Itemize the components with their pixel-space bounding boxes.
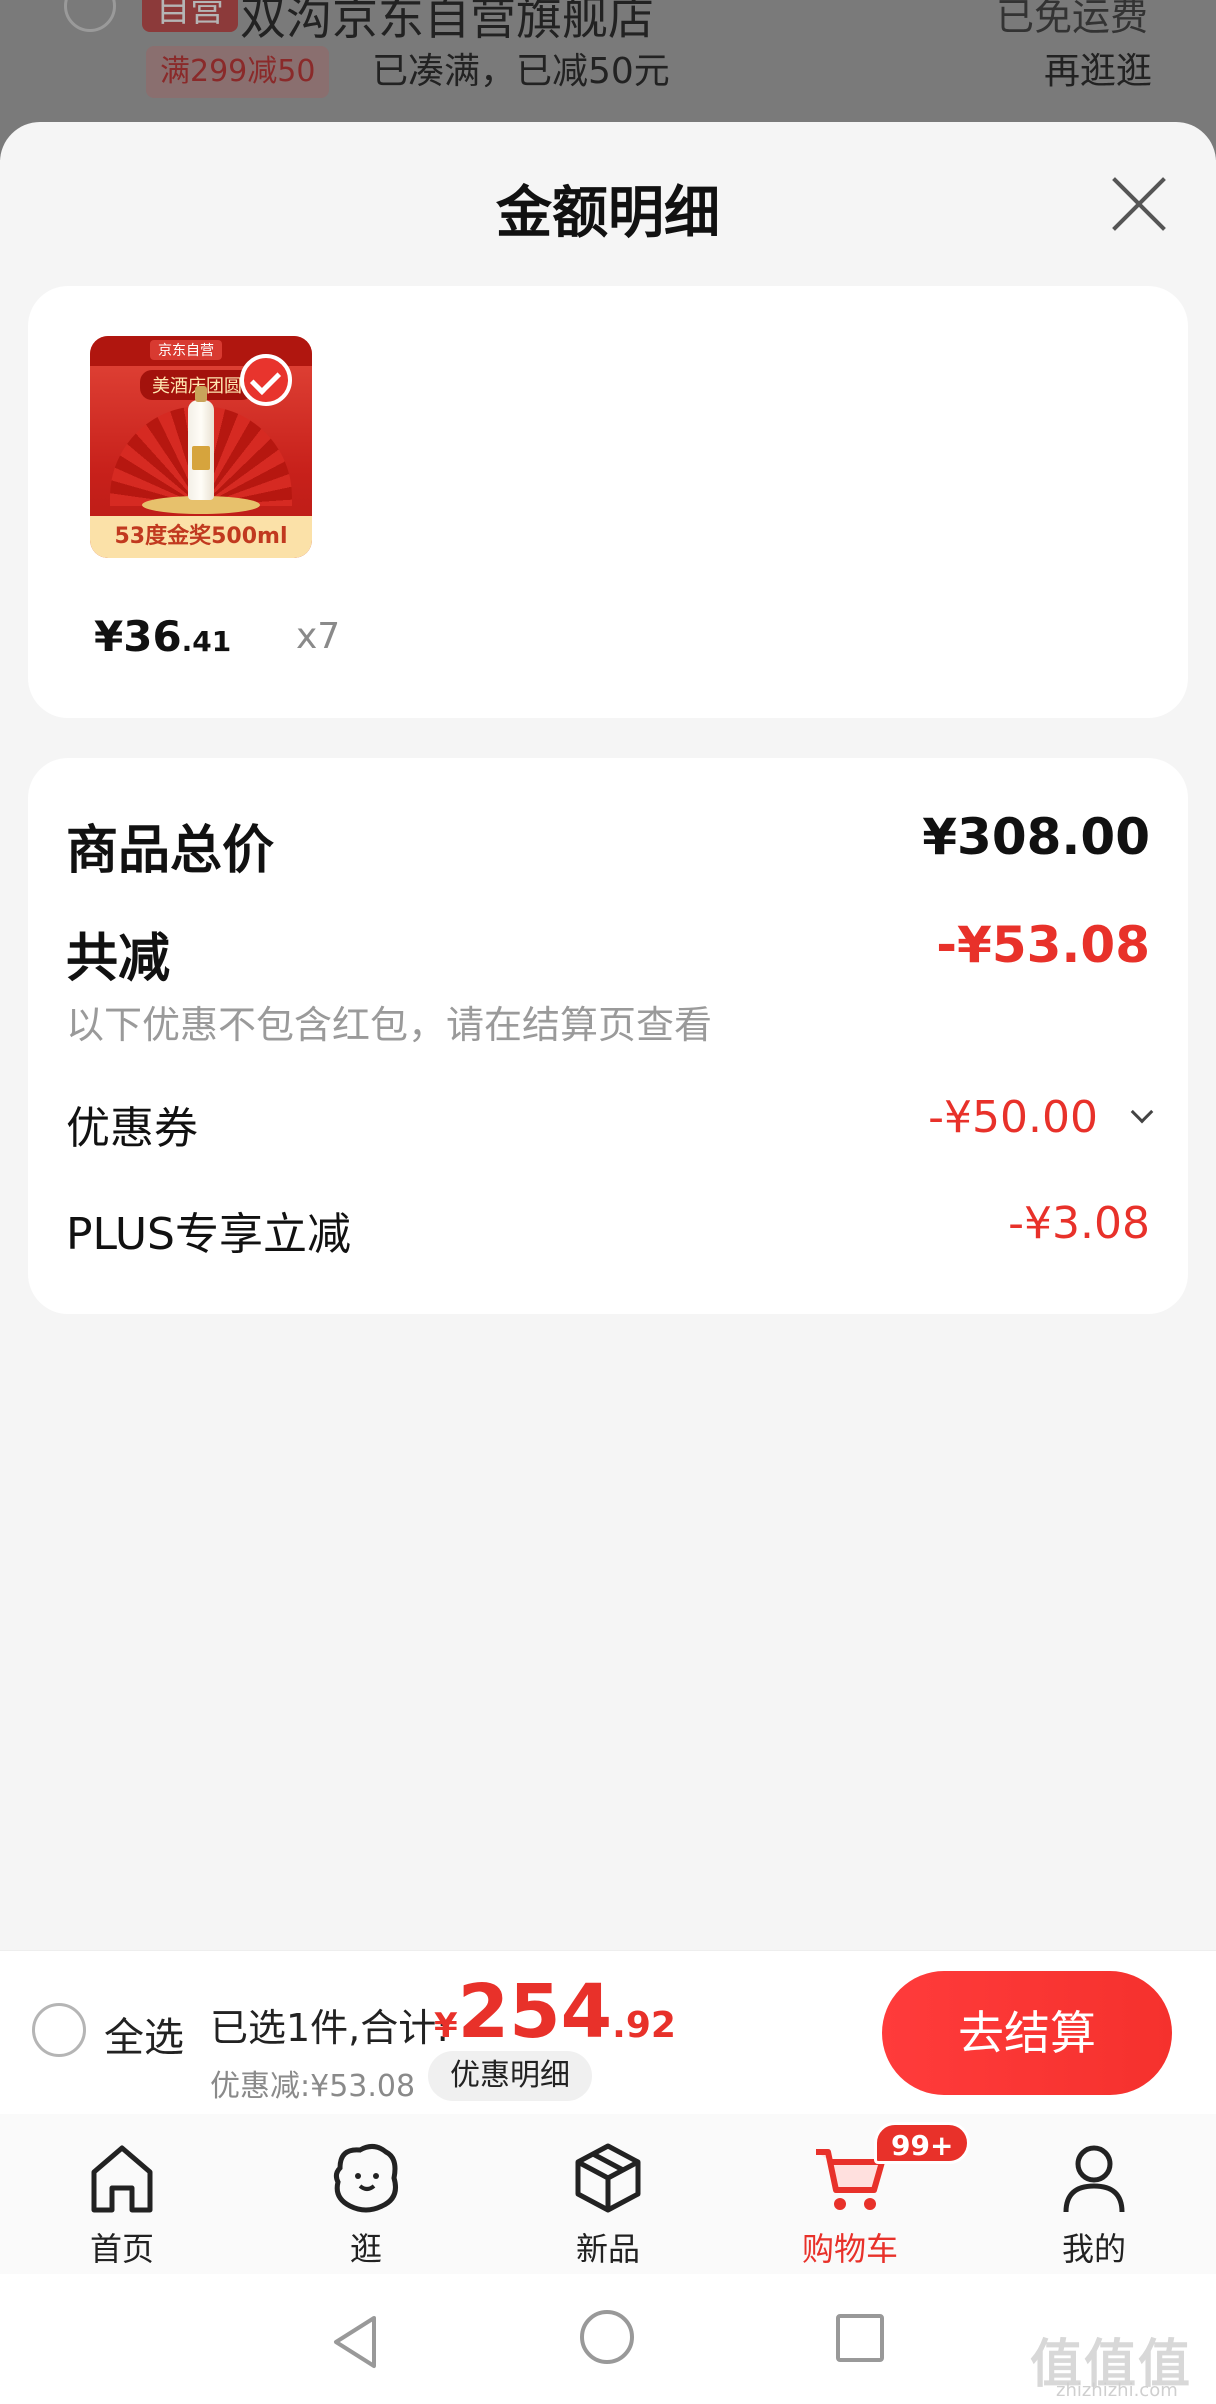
selected-check-icon — [240, 354, 292, 406]
discount-detail-button[interactable]: 优惠明细 — [428, 2051, 592, 2101]
selected-count-text: 已选1件,合计: — [210, 2006, 450, 2050]
reduce-value: -¥53.08 — [936, 916, 1150, 974]
store-radio — [64, 0, 116, 32]
self-operated-tag: 自营 — [142, 0, 238, 32]
total-amount: ¥254.92 — [434, 1969, 676, 2055]
amount-detail-sheet: 金额明细 京东自营 美酒庆团圆 53度金奖500ml ¥36.41 x7 商品总… — [0, 122, 1216, 1952]
tab-home[interactable]: 首页 — [42, 2124, 202, 2274]
recent-apps-icon[interactable] — [836, 2314, 884, 2362]
promo-tag: 满299减50 — [146, 46, 330, 98]
tab-cart-label: 购物车 — [801, 2230, 898, 2268]
back-icon[interactable] — [330, 2312, 380, 2372]
discount-text: 优惠减:¥53.08 — [210, 2069, 416, 2104]
total-value: ¥308.00 — [922, 808, 1150, 866]
amount-int: 254 — [457, 1969, 613, 2055]
more-link: 再逛逛 — [1043, 51, 1152, 92]
product-card: 京东自营 美酒庆团圆 53度金奖500ml ¥36.41 x7 — [28, 286, 1188, 718]
amount-dec: .92 — [612, 2005, 676, 2046]
tab-profile[interactable]: 我的 — [1014, 2124, 1174, 2274]
select-all-label[interactable]: 全选 — [104, 2005, 184, 2063]
product-price: ¥36.41 — [94, 612, 231, 661]
close-icon[interactable] — [1106, 172, 1170, 236]
bottle-image — [188, 386, 214, 500]
coupon-value: -¥50.00 — [928, 1092, 1098, 1143]
plus-label: PLUS专享立减 — [66, 1209, 351, 1260]
cart-count-badge: 99+ — [874, 2122, 971, 2164]
promo-text: 已凑满，已减50元 — [372, 51, 670, 92]
select-all-radio[interactable] — [32, 2003, 86, 2057]
product-quantity: x7 — [296, 616, 341, 657]
new-product-icon — [575, 2143, 641, 2213]
home-icon — [91, 2145, 153, 2213]
coupon-label: 优惠券 — [66, 1103, 198, 1154]
amount-yen: ¥ — [434, 2006, 458, 2046]
chevron-down-icon[interactable] — [1130, 1100, 1154, 1124]
system-nav-bar: 值值值 zhizhizhi.com — [0, 2274, 1216, 2404]
sheet-title: 金额明细 — [496, 181, 720, 246]
price-summary-card: 商品总价 ¥308.00 共减 -¥53.08 以下优惠不包含红包，请在结算页查… — [28, 758, 1188, 1314]
thumb-spec: 53度金奖500ml — [90, 516, 312, 558]
shipping-status: 已免运费 — [995, 0, 1148, 39]
thumb-brand: 京东自营 — [150, 340, 222, 360]
watermark-site: zhizhizhi.com — [1056, 2380, 1178, 2401]
store-name: 双沟京东自营旗舰店 — [240, 0, 654, 45]
price-dec: .41 — [181, 625, 232, 658]
price-int: ¥36 — [94, 612, 182, 661]
tab-explore[interactable]: 逛 — [286, 2124, 446, 2274]
product-thumbnail[interactable]: 京东自营 美酒庆团圆 53度金奖500ml — [90, 336, 312, 558]
home-nav-icon[interactable] — [580, 2310, 634, 2364]
reduce-label: 共减 — [66, 929, 171, 989]
tab-cart[interactable]: 99+ 购物车 — [770, 2122, 971, 2274]
tab-new[interactable]: 新品 — [528, 2124, 688, 2274]
discount-note: 以下优惠不包含红包，请在结算页查看 — [66, 1003, 713, 1047]
checkout-button[interactable]: 去结算 — [882, 1971, 1172, 2095]
profile-icon — [1063, 2145, 1125, 2213]
explore-icon — [333, 2144, 398, 2213]
tab-profile-label: 我的 — [1061, 2230, 1126, 2268]
tab-new-label: 新品 — [575, 2230, 640, 2268]
checkout-bar: 全选 已选1件,合计: ¥254.92 优惠减:¥53.08 优惠明细 去结算 — [0, 1950, 1216, 2114]
tab-explore-label: 逛 — [349, 2230, 382, 2268]
total-label: 商品总价 — [66, 821, 275, 881]
tab-home-label: 首页 — [89, 2230, 154, 2268]
plus-value: -¥3.08 — [1008, 1198, 1150, 1249]
bottom-tab-bar: 首页 逛 新品 99+ 购物车 我的 — [0, 2114, 1216, 2274]
